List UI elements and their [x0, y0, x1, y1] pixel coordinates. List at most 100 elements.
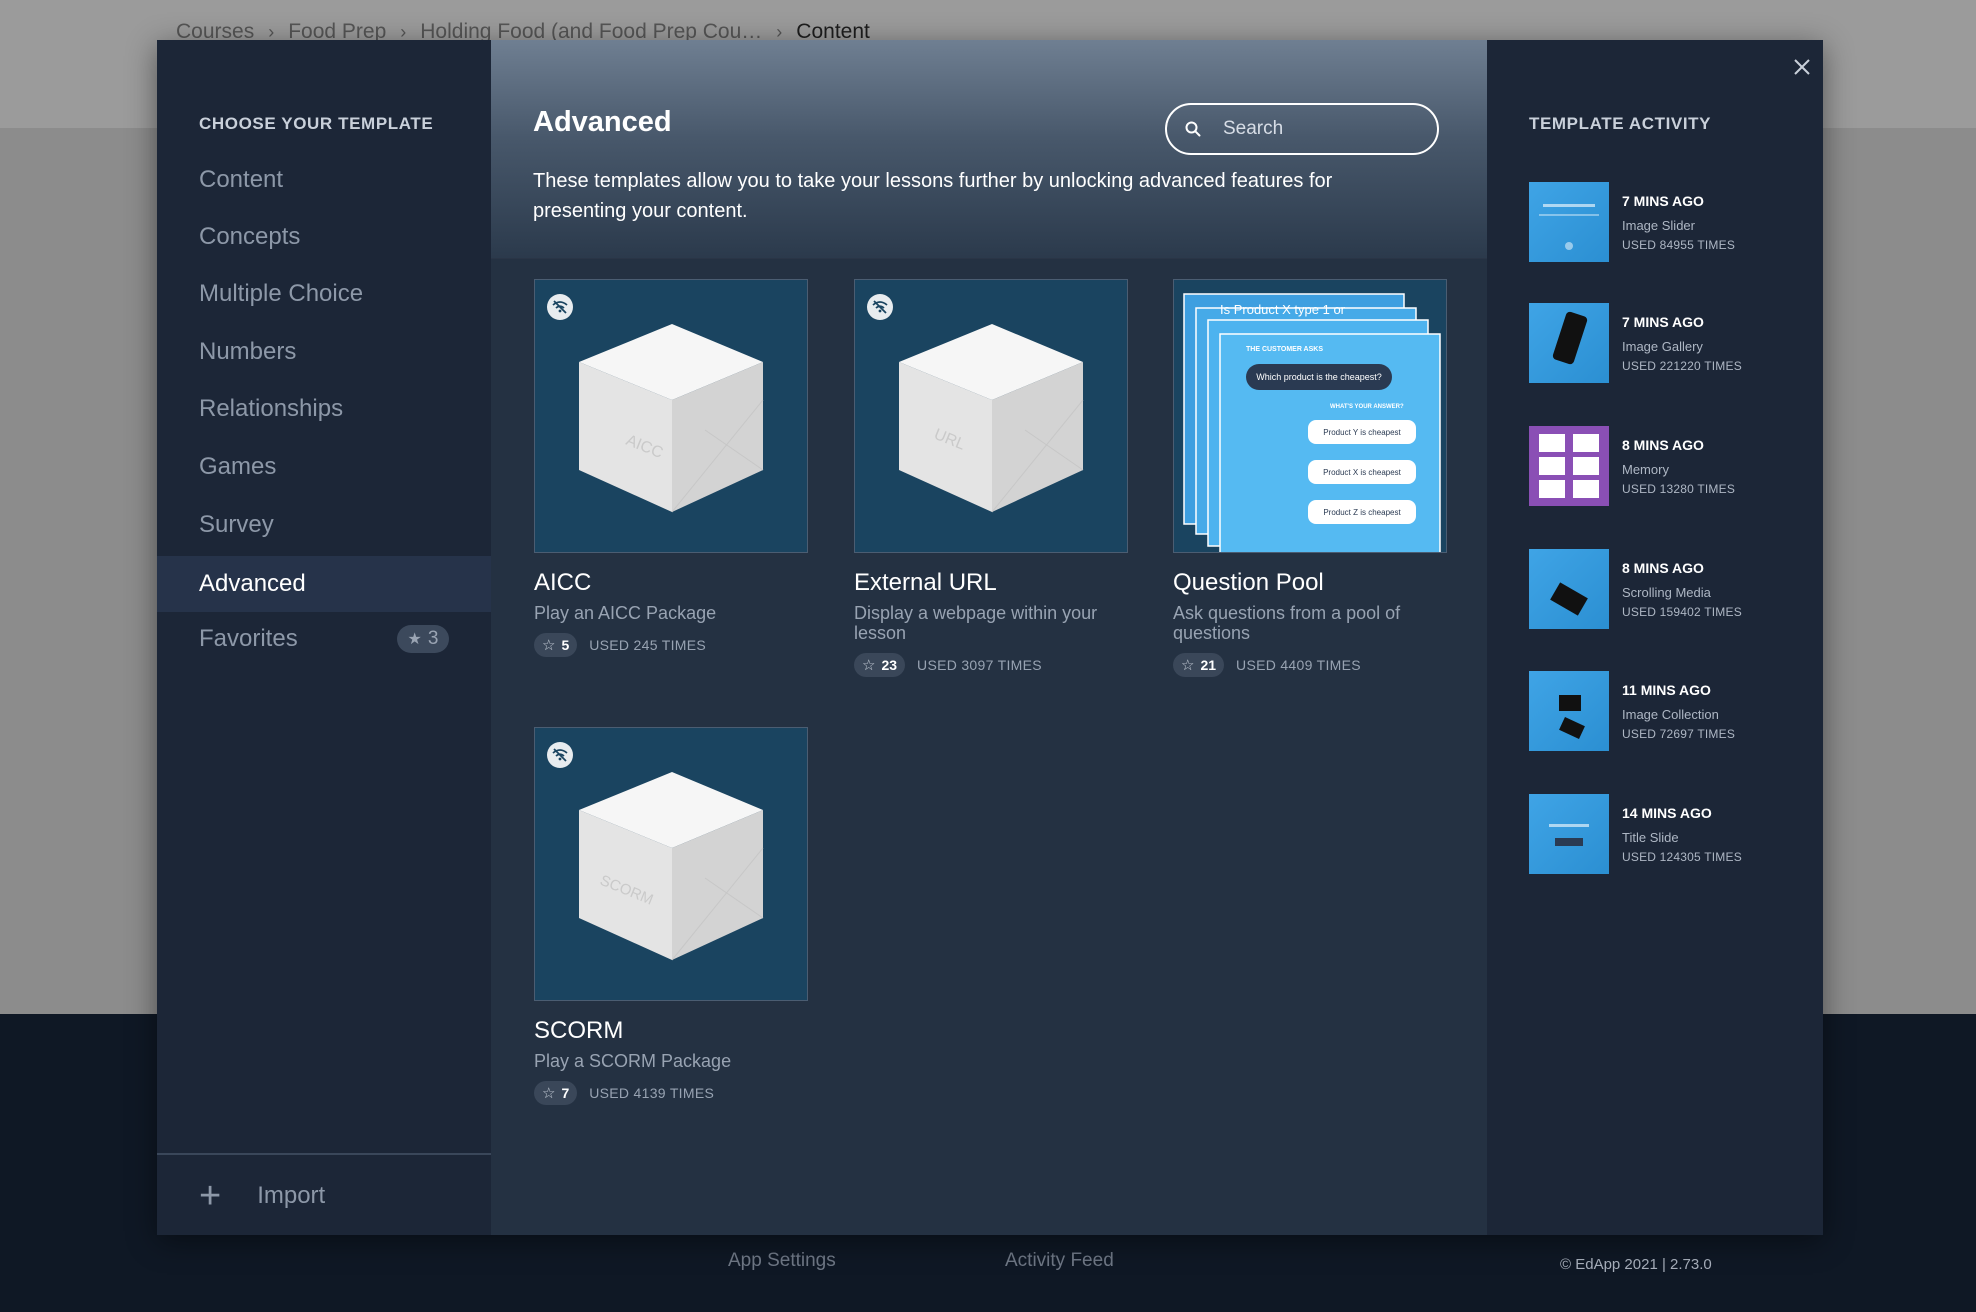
sidebar-item-label: Content: [199, 166, 284, 193]
divider: [157, 1153, 491, 1155]
template-card-scorm[interactable]: SCORM SCORM Play a SCORM Package ☆ 7 USED…: [534, 727, 808, 1105]
template-thumbnail[interactable]: SCORM: [534, 727, 808, 1001]
sidebar-item-relationships[interactable]: Relationships: [157, 381, 491, 437]
activity-item-image-gallery[interactable]: 7 MINS AGO Image Gallery USED 221220 TIM…: [1529, 303, 1819, 383]
activity-usage: USED 221220 TIMES: [1622, 359, 1742, 373]
activity-time: 7 MINS AGO: [1622, 314, 1704, 330]
search-input[interactable]: [1221, 117, 1405, 141]
activity-thumbnail: [1529, 549, 1609, 629]
activity-name: Image Gallery: [1622, 339, 1703, 354]
template-description: Display a webpage within your lesson: [854, 603, 1098, 643]
sidebar-item-games[interactable]: Games: [157, 439, 491, 495]
activity-usage: USED 13280 TIMES: [1622, 482, 1736, 496]
activity-name: Scrolling Media: [1622, 585, 1711, 600]
favorite-button[interactable]: ☆ 21: [1173, 653, 1225, 677]
activity-name: Image Slider: [1622, 218, 1695, 233]
package-box-icon: URL: [899, 324, 1084, 513]
activity-thumbnail: [1529, 794, 1609, 874]
preview-header: Is Product X type 1 or: [1220, 302, 1346, 317]
sidebar-item-favorites[interactable]: Favorites ★ 3: [157, 611, 491, 667]
close-icon[interactable]: [1789, 54, 1815, 80]
template-thumbnail[interactable]: URL: [854, 279, 1128, 553]
template-category-sidebar: CHOOSE YOUR TEMPLATE Content Concepts Mu…: [157, 40, 491, 1235]
sidebar-item-survey[interactable]: Survey: [157, 497, 491, 553]
template-card-aicc[interactable]: AICC AICC Play an AICC Package ☆ 5 USED 2…: [534, 279, 808, 657]
sidebar-item-multiple-choice[interactable]: Multiple Choice: [157, 266, 491, 322]
favorite-count: 7: [561, 1085, 570, 1101]
footer-copyright: © EdApp 2021 | 2.73.0: [1560, 1256, 1712, 1273]
activity-thumbnail: [1529, 426, 1609, 506]
template-card-question-pool[interactable]: Is Product X type 1 or THE CUSTOMER ASKS…: [1173, 279, 1447, 677]
favorite-button[interactable]: ☆ 5: [534, 633, 578, 657]
sidebar-item-label: Games: [199, 453, 277, 480]
sidebar-item-label: Advanced: [199, 570, 306, 597]
star-icon: ☆: [542, 637, 556, 654]
sidebar-item-concepts[interactable]: Concepts: [157, 209, 491, 265]
activity-name: Title Slide: [1622, 830, 1679, 845]
activity-item-scrolling-media[interactable]: 8 MINS AGO Scrolling Media USED 159402 T…: [1529, 549, 1819, 629]
sidebar-item-advanced[interactable]: Advanced: [157, 556, 491, 612]
template-meta: ☆ 7 USED 4139 TIMES: [534, 1081, 808, 1105]
template-thumbnail[interactable]: Is Product X type 1 or THE CUSTOMER ASKS…: [1173, 279, 1447, 553]
preview-prompt: WHAT'S YOUR ANSWER?: [1330, 404, 1404, 410]
template-name: AICC: [534, 569, 592, 596]
template-name: Question Pool: [1173, 569, 1324, 596]
template-description: Play a SCORM Package: [534, 1051, 732, 1071]
sidebar-item-label: Numbers: [199, 338, 297, 365]
favorites-count-badge: ★ 3: [397, 625, 449, 653]
footer-app-settings-link[interactable]: App Settings: [728, 1250, 836, 1272]
activity-time: 8 MINS AGO: [1622, 437, 1704, 453]
plus-icon: +: [199, 1175, 222, 1217]
activity-item-memory[interactable]: 8 MINS AGO Memory USED 13280 TIMES: [1529, 426, 1819, 506]
search-box[interactable]: [1165, 103, 1439, 155]
usage-count: USED 3097 TIMES: [917, 657, 1042, 673]
page-description: These templates allow you to take your l…: [533, 170, 1333, 222]
main-header: Advanced These templates allow you to ta…: [491, 40, 1487, 259]
activity-usage: USED 84955 TIMES: [1622, 238, 1736, 252]
sidebar-item-numbers[interactable]: Numbers: [157, 324, 491, 380]
activity-usage: USED 72697 TIMES: [1622, 727, 1736, 741]
activity-time: 8 MINS AGO: [1622, 560, 1704, 576]
activity-thumbnail: [1529, 303, 1609, 383]
activity-thumbnail: [1529, 671, 1609, 751]
preview-answer: Product Y is cheapest: [1308, 420, 1416, 444]
sidebar-item-label: Favorites: [199, 625, 298, 652]
star-icon: ☆: [542, 1085, 556, 1102]
favorites-count: 3: [427, 628, 439, 649]
favorite-button[interactable]: ☆ 7: [534, 1081, 578, 1105]
activity-usage: USED 124305 TIMES: [1622, 850, 1742, 864]
sidebar-item-content[interactable]: Content: [157, 152, 491, 208]
search-icon: [1185, 121, 1201, 137]
favorite-button[interactable]: ☆ 23: [854, 653, 906, 677]
preview-question: Which product is the cheapest?: [1246, 364, 1392, 390]
template-thumbnail[interactable]: AICC: [534, 279, 808, 553]
package-box-icon: SCORM: [579, 772, 764, 961]
page-title: Advanced: [533, 106, 672, 138]
template-description: Play an AICC Package: [534, 603, 717, 623]
activity-item-title-slide[interactable]: 14 MINS AGO Title Slide USED 124305 TIME…: [1529, 794, 1819, 874]
footer-activity-feed-link[interactable]: Activity Feed: [1005, 1250, 1114, 1272]
template-name: SCORM: [534, 1017, 624, 1044]
template-name: External URL: [854, 569, 997, 596]
preview-answer: Product Z is cheapest: [1308, 500, 1416, 524]
favorite-count: 21: [1200, 657, 1217, 673]
template-meta: ☆ 5 USED 245 TIMES: [534, 633, 808, 657]
star-icon: ★: [407, 631, 422, 648]
star-icon: ☆: [1181, 657, 1195, 674]
activity-thumbnail: [1529, 182, 1609, 262]
activity-item-image-collection[interactable]: 11 MINS AGO Image Collection USED 72697 …: [1529, 671, 1819, 751]
import-button[interactable]: + Import: [199, 1176, 325, 1216]
usage-count: USED 245 TIMES: [589, 637, 707, 653]
template-meta: ☆ 21 USED 4409 TIMES: [1173, 653, 1447, 677]
activity-time: 14 MINS AGO: [1622, 805, 1712, 821]
template-card-external-url[interactable]: URL External URL Display a webpage withi…: [854, 279, 1128, 677]
template-meta: ☆ 23 USED 3097 TIMES: [854, 653, 1128, 677]
sidebar-title: CHOOSE YOUR TEMPLATE: [199, 114, 434, 133]
import-label: Import: [257, 1182, 326, 1209]
favorite-count: 5: [561, 637, 570, 653]
sidebar-item-label: Concepts: [199, 223, 301, 250]
usage-count: USED 4139 TIMES: [589, 1085, 715, 1101]
activity-item-image-slider[interactable]: 7 MINS AGO Image Slider USED 84955 TIMES: [1529, 182, 1819, 262]
star-icon: ☆: [862, 657, 876, 674]
sidebar-item-label: Multiple Choice: [199, 280, 364, 307]
